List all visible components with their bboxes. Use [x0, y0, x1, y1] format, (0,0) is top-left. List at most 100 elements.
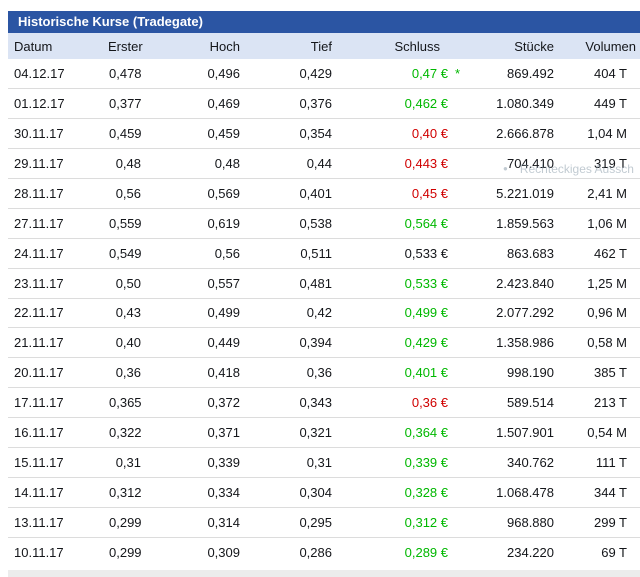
table-row: 27.11.170,5590,6190,5380,564 €1.859.5631…	[8, 208, 640, 238]
cell-tief: 0,343	[244, 388, 336, 418]
cell-volumen: 462 T	[558, 238, 640, 268]
cell-schluss: 0,462 €	[336, 89, 452, 119]
cell-stuecke: 704.410	[452, 149, 558, 179]
cell-erster: 0,31	[108, 447, 145, 477]
cell-schluss: 0,40 €	[336, 119, 452, 149]
cell-erster: 0,43	[108, 298, 145, 328]
cell-datum: 10.11.17	[8, 537, 108, 567]
cell-volumen: 1,25 M	[558, 268, 640, 298]
table-row: 15.11.170,310,3390,310,339 €340.762111 T	[8, 447, 640, 477]
cell-tief: 0,42	[244, 298, 336, 328]
cell-tief: 0,295	[244, 507, 336, 537]
table-row: 29.11.170,480,480,440,443 €704.410319 T	[8, 149, 640, 179]
cell-datum: 24.11.17	[8, 238, 108, 268]
cell-stuecke: 869.492	[452, 59, 558, 89]
cell-stuecke: 234.220	[452, 537, 558, 567]
cell-schluss: 0,47 €*	[336, 59, 452, 89]
cell-volumen: 0,58 M	[558, 328, 640, 358]
cell-tief: 0,36	[244, 358, 336, 388]
cell-erster: 0,36	[108, 358, 145, 388]
cell-tief: 0,304	[244, 477, 336, 507]
cell-erster: 0,299	[108, 507, 145, 537]
table-row: 14.11.170,3120,3340,3040,328 €1.068.4783…	[8, 477, 640, 507]
cell-tief: 0,286	[244, 537, 336, 567]
table-row: 22.11.170,430,4990,420,499 €2.077.2920,9…	[8, 298, 640, 328]
cell-tief: 0,44	[244, 149, 336, 179]
cell-tief: 0,321	[244, 418, 336, 448]
cell-schluss: 0,289 €	[336, 537, 452, 567]
table-row: 04.12.170,4780,4960,4290,47 €*869.492404…	[8, 59, 640, 89]
cell-erster: 0,299	[108, 537, 145, 567]
cell-schluss: 0,564 €	[336, 208, 452, 238]
column-header-stuecke: Stücke	[452, 33, 558, 59]
table-row: 30.11.170,4590,4590,3540,40 €2.666.8781,…	[8, 119, 640, 149]
cell-volumen: 319 T	[558, 149, 640, 179]
table-row: 17.11.170,3650,3720,3430,36 €589.514213 …	[8, 388, 640, 418]
cell-erster: 0,40	[108, 328, 145, 358]
cell-datum: 01.12.17	[8, 89, 108, 119]
cell-volumen: 385 T	[558, 358, 640, 388]
cell-stuecke: 1.507.901	[452, 418, 558, 448]
cell-erster: 0,549	[108, 238, 145, 268]
cell-datum: 20.11.17	[8, 358, 108, 388]
cell-erster: 0,377	[108, 89, 145, 119]
cell-volumen: 2,41 M	[558, 179, 640, 209]
cell-stuecke: 340.762	[452, 447, 558, 477]
cell-datum: 04.12.17	[8, 59, 108, 89]
cell-erster: 0,559	[108, 208, 145, 238]
cell-tief: 0,481	[244, 268, 336, 298]
cell-tief: 0,401	[244, 179, 336, 209]
cell-schluss: 0,443 €	[336, 149, 452, 179]
cell-stuecke: 2.666.878	[452, 119, 558, 149]
cell-datum: 23.11.17	[8, 268, 108, 298]
cell-hoch: 0,56	[145, 238, 244, 268]
column-header-tief: Tief	[244, 33, 336, 59]
table-row: 01.12.170,3770,4690,3760,462 €1.080.3494…	[8, 89, 640, 119]
cell-stuecke: 589.514	[452, 388, 558, 418]
table-row: 28.11.170,560,5690,4010,45 €5.221.0192,4…	[8, 179, 640, 209]
cell-hoch: 0,499	[145, 298, 244, 328]
cell-hoch: 0,339	[145, 447, 244, 477]
cell-datum: 16.11.17	[8, 418, 108, 448]
cell-schluss: 0,364 €	[336, 418, 452, 448]
cell-tief: 0,429	[244, 59, 336, 89]
cell-hoch: 0,418	[145, 358, 244, 388]
cell-datum: 17.11.17	[8, 388, 108, 418]
cell-stuecke: 998.190	[452, 358, 558, 388]
cell-erster: 0,459	[108, 119, 145, 149]
cell-hoch: 0,569	[145, 179, 244, 209]
cell-stuecke: 1.068.478	[452, 477, 558, 507]
table-title-bar: Historische Kurse (Tradegate)	[8, 11, 640, 33]
cell-volumen: 299 T	[558, 507, 640, 537]
cell-erster: 0,56	[108, 179, 145, 209]
cell-volumen: 449 T	[558, 89, 640, 119]
cell-stuecke: 1.080.349	[452, 89, 558, 119]
cell-erster: 0,365	[108, 388, 145, 418]
cell-datum: 15.11.17	[8, 447, 108, 477]
cell-hoch: 0,372	[145, 388, 244, 418]
cell-tief: 0,511	[244, 238, 336, 268]
historical-prices-page: Historische Kurse (Tradegate) Datum Erst…	[0, 0, 640, 577]
cell-hoch: 0,619	[145, 208, 244, 238]
cell-tief: 0,354	[244, 119, 336, 149]
cell-hoch: 0,496	[145, 59, 244, 89]
cell-hoch: 0,309	[145, 537, 244, 567]
header-row: Datum Erster Hoch Tief Schluss Stücke Vo…	[8, 33, 640, 59]
cell-hoch: 0,371	[145, 418, 244, 448]
footnote-asterisk: *	[455, 65, 460, 80]
cell-tief: 0,394	[244, 328, 336, 358]
cell-schluss: 0,36 €	[336, 388, 452, 418]
cell-hoch: 0,334	[145, 477, 244, 507]
cell-stuecke: 2.077.292	[452, 298, 558, 328]
page-title: Historische Kurse (Tradegate)	[18, 14, 203, 29]
table-row: 23.11.170,500,5570,4810,533 €2.423.8401,…	[8, 268, 640, 298]
cell-hoch: 0,557	[145, 268, 244, 298]
cell-erster: 0,312	[108, 477, 145, 507]
cell-schluss: 0,339 €	[336, 447, 452, 477]
table-body: 04.12.170,4780,4960,4290,47 €*869.492404…	[8, 59, 640, 567]
cell-datum: 14.11.17	[8, 477, 108, 507]
table-header: Datum Erster Hoch Tief Schluss Stücke Vo…	[8, 33, 640, 59]
cell-schluss: 0,312 €	[336, 507, 452, 537]
cell-hoch: 0,314	[145, 507, 244, 537]
cell-volumen: 1,04 M	[558, 119, 640, 149]
